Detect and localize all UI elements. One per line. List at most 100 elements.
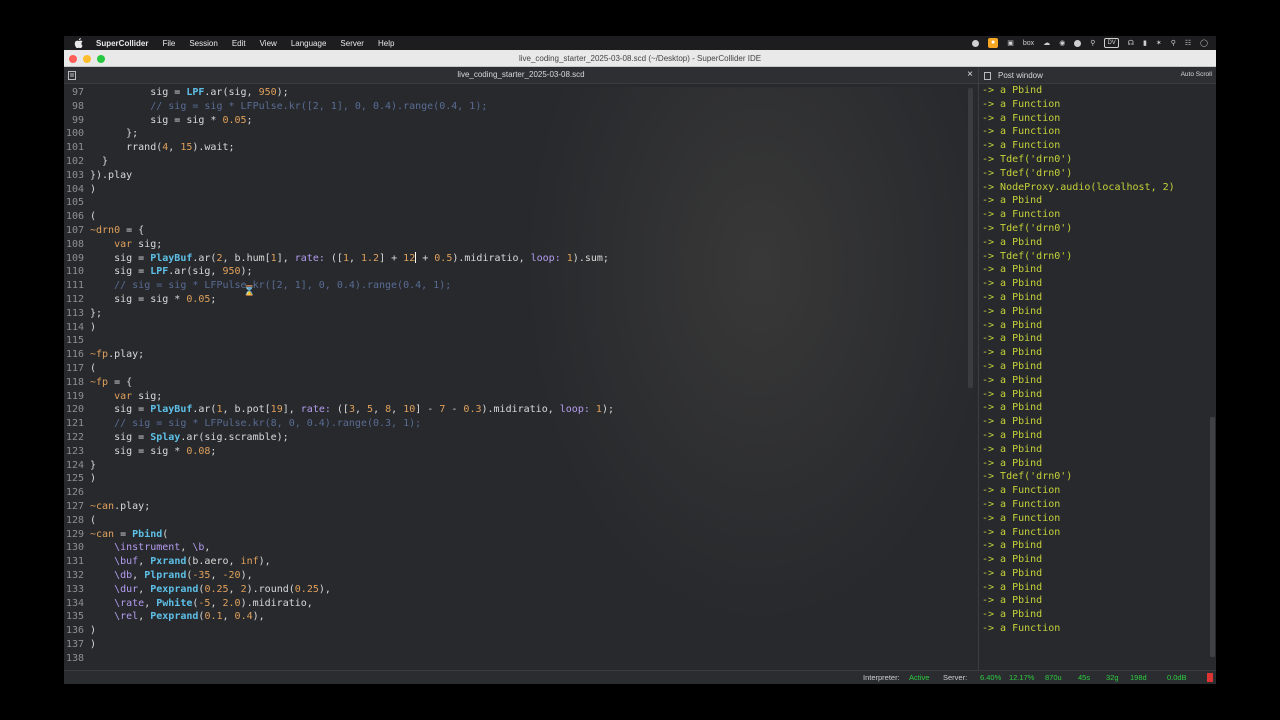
- code-line[interactable]: 137): [64, 638, 978, 652]
- code-lines[interactable]: 97 sig = LPF.ar(sig, 950); 98 // sig = si…: [64, 84, 978, 670]
- code-text[interactable]: sig = LPF.ar(sig, 950);: [90, 265, 253, 279]
- menu-file[interactable]: File: [162, 39, 175, 48]
- headphones-icon[interactable]: ☊: [1128, 39, 1134, 47]
- code-text[interactable]: }: [90, 155, 108, 169]
- mute-indicator[interactable]: [1207, 673, 1213, 682]
- maximize-window-icon[interactable]: [97, 55, 105, 63]
- code-text[interactable]: // sig = sig * LFPulse.kr([2, 1], 0, 0.4…: [90, 100, 487, 114]
- code-line[interactable]: 120 sig = PlayBuf.ar(1, b.pot[19], rate:…: [64, 403, 978, 417]
- cloud-icon[interactable]: ☁: [1043, 39, 1050, 47]
- code-line[interactable]: 97 sig = LPF.ar(sig, 950);: [64, 86, 978, 100]
- code-line[interactable]: 108 var sig;: [64, 238, 978, 252]
- code-editor[interactable]: live_coding_starter_2025-03-08.scd × 97 …: [64, 67, 978, 670]
- code-text[interactable]: ~drn0 = {: [90, 224, 144, 238]
- code-line[interactable]: 133 \dur, Pexprand(0.25, 2).round(0.25),: [64, 583, 978, 597]
- code-text[interactable]: rrand(4, 15).wait;: [90, 141, 234, 155]
- code-text[interactable]: // sig = sig * LFPulse.kr([2, 1], 0, 0.4…: [90, 279, 451, 293]
- menu-server[interactable]: Server: [340, 39, 364, 48]
- interpreter-state[interactable]: Active: [909, 673, 929, 682]
- code-text[interactable]: ~can = Pbind(: [90, 528, 168, 542]
- menu-session[interactable]: Session: [189, 39, 217, 48]
- code-line[interactable]: 124}: [64, 459, 978, 473]
- code-text[interactable]: sig = Splay.ar(sig.scramble);: [90, 431, 289, 445]
- code-line[interactable]: 103}).play: [64, 169, 978, 183]
- code-text[interactable]: \db, Plprand(-35, -20),: [90, 569, 253, 583]
- code-line[interactable]: 128 (: [64, 514, 978, 528]
- box-label[interactable]: box: [1023, 40, 1034, 47]
- code-line[interactable]: 102 }: [64, 155, 978, 169]
- code-line[interactable]: 116 ~fp.play;: [64, 348, 978, 362]
- server-synthdefs[interactable]: 198d: [1130, 673, 1147, 682]
- code-line[interactable]: 127 ~can.play;: [64, 500, 978, 514]
- code-text[interactable]: sig = PlayBuf.ar(2, b.hum[1], rate: ([1,…: [90, 252, 609, 266]
- menu-view[interactable]: View: [260, 39, 277, 48]
- code-text[interactable]: ): [90, 638, 96, 652]
- code-line[interactable]: 125): [64, 472, 978, 486]
- code-text[interactable]: ): [90, 321, 96, 335]
- auto-scroll-button[interactable]: Auto Scroll: [1181, 71, 1212, 78]
- editor-scrollbar[interactable]: [968, 84, 973, 670]
- code-line[interactable]: 107 ~drn0 = {: [64, 224, 978, 238]
- bluetooth-icon[interactable]: ✶: [1156, 39, 1162, 47]
- code-line[interactable]: 132 \db, Plprand(-35, -20),: [64, 569, 978, 583]
- code-line[interactable]: 135 \rel, Pexprand(0.1, 0.4),: [64, 610, 978, 624]
- code-line[interactable]: 123 sig = sig * 0.08;: [64, 445, 978, 459]
- code-line[interactable]: 134 \rate, Pwhite(-5, 2.0).midiratio,: [64, 597, 978, 611]
- server-volume[interactable]: 0.0dB: [1167, 673, 1187, 682]
- code-text[interactable]: ~fp = {: [90, 376, 132, 390]
- code-line[interactable]: 98 // sig = sig * LFPulse.kr([2, 1], 0, …: [64, 100, 978, 114]
- code-line[interactable]: 113};: [64, 307, 978, 321]
- code-line[interactable]: 100 };: [64, 127, 978, 141]
- server-synths[interactable]: 45s: [1078, 673, 1090, 682]
- close-window-icon[interactable]: [69, 55, 77, 63]
- code-line[interactable]: 121 // sig = sig * LFPulse.kr(8, 0, 0.4)…: [64, 417, 978, 431]
- code-text[interactable]: }: [90, 459, 96, 473]
- code-text[interactable]: ~can.play;: [90, 500, 150, 514]
- code-text[interactable]: };: [90, 307, 102, 321]
- dv-label[interactable]: DV: [1104, 38, 1119, 48]
- menu-app-name[interactable]: SuperCollider: [96, 39, 148, 48]
- server-avg-cpu[interactable]: 6.40%: [980, 673, 1001, 682]
- code-text[interactable]: sig = PlayBuf.ar(1, b.pot[19], rate: ([3…: [90, 403, 614, 417]
- post-window-scrollbar[interactable]: [1210, 87, 1215, 665]
- code-text[interactable]: \rate, Pwhite(-5, 2.0).midiratio,: [90, 597, 313, 611]
- code-line[interactable]: 106 (: [64, 210, 978, 224]
- code-text[interactable]: ): [90, 183, 96, 197]
- code-line[interactable]: 99 sig = sig * 0.05;: [64, 114, 978, 128]
- code-text[interactable]: sig = sig * 0.08;: [90, 445, 216, 459]
- code-text[interactable]: sig = LPF.ar(sig, 950);: [90, 86, 288, 100]
- code-line[interactable]: 138: [64, 652, 978, 666]
- key-icon[interactable]: ⚲: [1090, 39, 1095, 47]
- code-line[interactable]: 119 var sig;: [64, 390, 978, 404]
- apple-icon[interactable]: [74, 38, 86, 48]
- code-text[interactable]: ): [90, 472, 96, 486]
- cast-icon[interactable]: ▣: [1007, 39, 1014, 47]
- code-text[interactable]: sig = sig * 0.05;: [90, 114, 252, 128]
- code-text[interactable]: ): [90, 624, 96, 638]
- wifi-icon[interactable]: ◉: [1059, 39, 1065, 47]
- server-ugens[interactable]: 870u: [1045, 673, 1062, 682]
- code-line[interactable]: 136): [64, 624, 978, 638]
- post-window-icon[interactable]: [984, 72, 991, 80]
- menu-language[interactable]: Language: [291, 39, 327, 48]
- account-icon[interactable]: [1074, 39, 1082, 47]
- code-line[interactable]: 118 ~fp = {: [64, 376, 978, 390]
- close-document-icon[interactable]: ×: [964, 68, 976, 82]
- code-line[interactable]: 114): [64, 321, 978, 335]
- battery-icon[interactable]: ▮: [1143, 39, 1147, 47]
- code-line[interactable]: 111 // sig = sig * LFPulse.kr([2, 1], 0,…: [64, 279, 978, 293]
- code-text[interactable]: \buf, Pxrand(b.aero, inf),: [90, 555, 271, 569]
- code-line[interactable]: 126: [64, 486, 978, 500]
- code-line[interactable]: 129 ~can = Pbind(: [64, 528, 978, 542]
- code-text[interactable]: };: [90, 127, 138, 141]
- server-groups[interactable]: 32g: [1106, 673, 1119, 682]
- code-text[interactable]: \instrument, \b,: [90, 541, 210, 555]
- server-peak-cpu[interactable]: 12.17%: [1009, 673, 1034, 682]
- microphone-icon[interactable]: ●: [988, 38, 999, 48]
- code-text[interactable]: }).play: [90, 169, 132, 183]
- code-text[interactable]: \rel, Pexprand(0.1, 0.4),: [90, 610, 265, 624]
- code-line[interactable]: 104): [64, 183, 978, 197]
- code-text[interactable]: // sig = sig * LFPulse.kr(8, 0, 0.4).ran…: [90, 417, 421, 431]
- code-text[interactable]: (: [90, 210, 96, 224]
- search-icon[interactable]: ⚲: [1171, 39, 1176, 47]
